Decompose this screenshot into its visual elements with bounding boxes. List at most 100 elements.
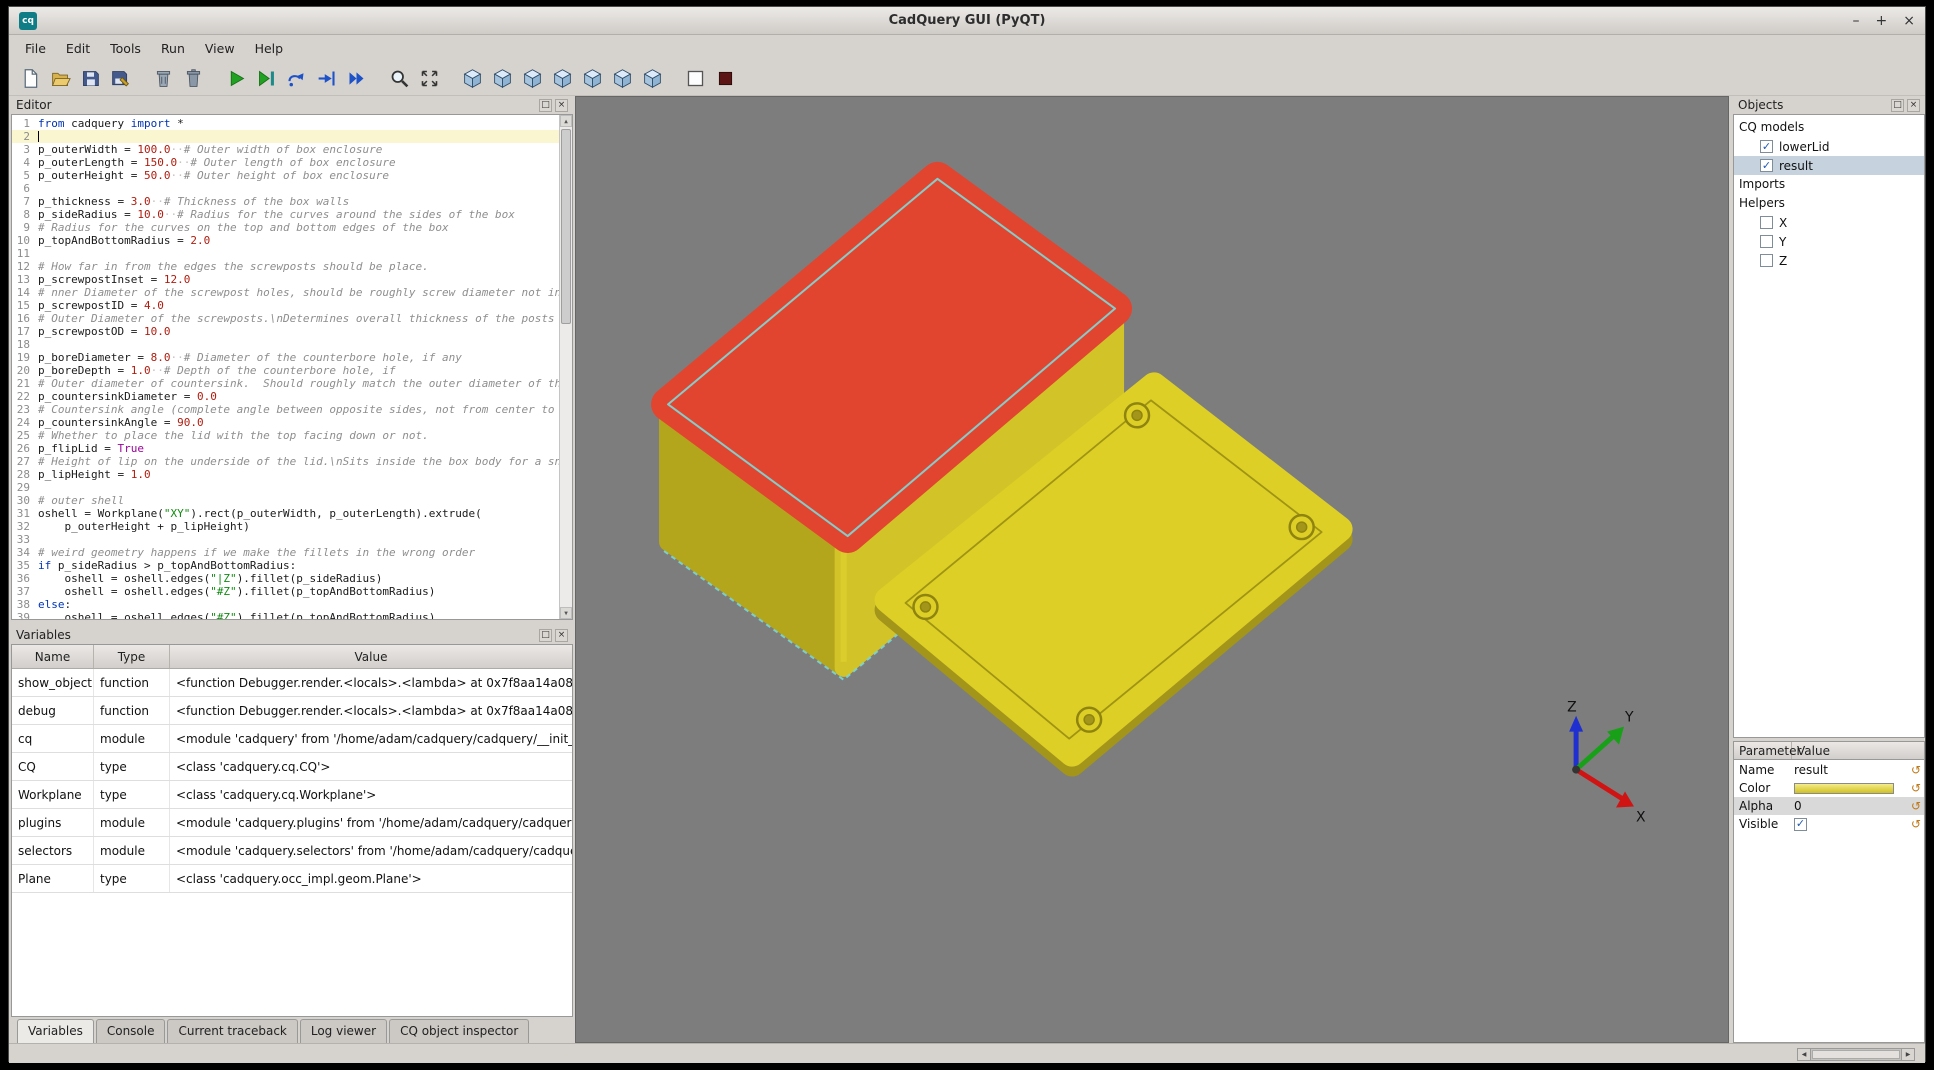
editor-float-button[interactable]: □ <box>539 99 552 112</box>
tab-variables[interactable]: Variables <box>17 1019 94 1043</box>
view-iso-button[interactable] <box>459 65 486 92</box>
parameter-column-header[interactable]: Parameter <box>1734 742 1792 759</box>
tab-cq-object-inspector[interactable]: CQ object inspector <box>389 1019 529 1043</box>
delete-button[interactable] <box>180 65 207 92</box>
code-line[interactable]: 39 oshell = oshell.edges("#Z").fillet(p_… <box>12 611 572 620</box>
mini-horizontal-scrollbar[interactable]: ◀ ▶ <box>1797 1048 1915 1061</box>
continue-button[interactable] <box>343 65 370 92</box>
reset-icon[interactable]: ↺ <box>1908 781 1924 795</box>
tree-item-x[interactable]: X <box>1734 213 1924 232</box>
code-line[interactable]: 32 p_outerHeight + p_lipHeight) <box>12 520 572 533</box>
table-row[interactable]: CQtype<class 'cadquery.cq.CQ'> <box>12 753 572 781</box>
table-row[interactable]: cqmodule<module 'cadquery' from '/home/a… <box>12 725 572 753</box>
table-row[interactable]: pluginsmodule<module 'cadquery.plugins' … <box>12 809 572 837</box>
code-line[interactable]: 38else: <box>12 598 572 611</box>
view-back-button[interactable] <box>519 65 546 92</box>
tree-item-y[interactable]: Y <box>1734 232 1924 251</box>
table-row[interactable]: show_objectfunction<function Debugger.re… <box>12 669 572 697</box>
variables-float-button[interactable]: □ <box>539 629 552 642</box>
view-right-button[interactable] <box>579 65 606 92</box>
objects-float-button[interactable]: □ <box>1891 99 1904 112</box>
view-shaded-button[interactable] <box>712 65 739 92</box>
code-line[interactable]: 27# Height of lip on the underside of th… <box>12 455 572 468</box>
code-line[interactable]: 24p_countersinkAngle = 90.0 <box>12 416 572 429</box>
param-row-name[interactable]: Nameresult↺ <box>1734 761 1924 779</box>
code-line[interactable]: 15p_screwpostID = 4.0 <box>12 299 572 312</box>
tree-item-z[interactable]: Z <box>1734 251 1924 270</box>
column-header-name[interactable]: Name <box>12 645 94 668</box>
code-line[interactable]: 9# Radius for the curves on the top and … <box>12 221 572 234</box>
code-line[interactable]: 3p_outerWidth = 100.0··# Outer width of … <box>12 143 572 156</box>
close-button[interactable]: × <box>1903 14 1915 28</box>
scroll-up-arrow[interactable]: ▲ <box>560 115 572 127</box>
zoom-button[interactable] <box>386 65 413 92</box>
viewport-3d[interactable]: Z Y X <box>575 96 1729 1043</box>
table-row[interactable]: Workplanetype<class 'cadquery.cq.Workpla… <box>12 781 572 809</box>
reset-icon[interactable]: ↺ <box>1908 799 1924 813</box>
tree-group-cq-models[interactable]: CQ models <box>1734 118 1924 137</box>
code-line[interactable]: 16# Outer Diameter of the screwposts.\nD… <box>12 312 572 325</box>
table-row[interactable]: Planetype<class 'cadquery.occ_impl.geom.… <box>12 865 572 893</box>
code-line[interactable]: 19p_boreDiameter = 8.0··# Diameter of th… <box>12 351 572 364</box>
tab-console[interactable]: Console <box>96 1019 166 1043</box>
render-button[interactable] <box>223 65 250 92</box>
scroll-left-arrow[interactable]: ◀ <box>1798 1049 1811 1060</box>
table-row[interactable]: selectorsmodule<module 'cadquery.selecto… <box>12 837 572 865</box>
code-line[interactable]: 23# Countersink angle (complete angle be… <box>12 403 572 416</box>
maximize-button[interactable]: + <box>1876 14 1888 28</box>
viewport-canvas[interactable]: Z Y X <box>576 97 1728 1042</box>
code-line[interactable]: 26p_flipLid = True <box>12 442 572 455</box>
param-row-color[interactable]: Color↺ <box>1734 779 1924 797</box>
code-line[interactable]: 4p_outerLength = 150.0··# Outer length o… <box>12 156 572 169</box>
step-into-button[interactable] <box>313 65 340 92</box>
code-line[interactable]: 25# Whether to place the lid with the to… <box>12 429 572 442</box>
menu-edit[interactable]: Edit <box>56 35 100 61</box>
param-row-visible[interactable]: Visible↺ <box>1734 815 1924 833</box>
table-row[interactable]: debugfunction<function Debugger.render.<… <box>12 697 572 725</box>
view-left-button[interactable] <box>549 65 576 92</box>
code-line[interactable]: 37 oshell = oshell.edges("#Z").fillet(p_… <box>12 585 572 598</box>
color-swatch[interactable] <box>1794 783 1894 794</box>
code-line[interactable]: 33 <box>12 533 572 546</box>
code-line[interactable]: 2 <box>12 130 572 143</box>
code-line[interactable]: 21# Outer diameter of countersink. Shoul… <box>12 377 572 390</box>
tree-group-helpers[interactable]: Helpers <box>1734 194 1924 213</box>
code-line[interactable]: 35if p_sideRadius > p_topAndBottomRadius… <box>12 559 572 572</box>
code-editor[interactable]: 1from cadquery import *23p_outerWidth = … <box>11 114 573 620</box>
save-as-button[interactable] <box>107 65 134 92</box>
code-line[interactable]: 7p_thickness = 3.0··# Thickness of the b… <box>12 195 572 208</box>
titlebar[interactable]: cq CadQuery GUI (PyQT) – + × <box>9 7 1925 35</box>
code-line[interactable]: 13p_screwpostInset = 12.0 <box>12 273 572 286</box>
debug-button[interactable] <box>253 65 280 92</box>
code-line[interactable]: 12# How far in from the edges the screwp… <box>12 260 572 273</box>
checkbox[interactable] <box>1794 818 1807 831</box>
code-line[interactable]: 14# nner Diameter of the screwpost holes… <box>12 286 572 299</box>
new-file-button[interactable] <box>17 65 44 92</box>
code-line[interactable]: 20p_boreDepth = 1.0··# Depth of the coun… <box>12 364 572 377</box>
code-line[interactable]: 1from cadquery import * <box>12 117 572 130</box>
view-wireframe-button[interactable] <box>682 65 709 92</box>
checkbox[interactable] <box>1760 140 1773 153</box>
open-file-button[interactable] <box>47 65 74 92</box>
scroll-right-arrow[interactable]: ▶ <box>1901 1049 1914 1060</box>
checkbox[interactable] <box>1760 254 1773 267</box>
checkbox[interactable] <box>1760 235 1773 248</box>
view-bottom-button[interactable] <box>639 65 666 92</box>
menu-run[interactable]: Run <box>151 35 195 61</box>
code-line[interactable]: 8p_sideRadius = 10.0··# Radius for the c… <box>12 208 572 221</box>
menu-view[interactable]: View <box>195 35 245 61</box>
variables-close-button[interactable]: × <box>555 629 568 642</box>
menu-help[interactable]: Help <box>245 35 294 61</box>
code-line[interactable]: 29 <box>12 481 572 494</box>
view-top-button[interactable] <box>609 65 636 92</box>
reset-icon[interactable]: ↺ <box>1908 817 1924 831</box>
tab-current-traceback[interactable]: Current traceback <box>167 1019 297 1043</box>
code-line[interactable]: 30# outer shell <box>12 494 572 507</box>
code-line[interactable]: 11 <box>12 247 572 260</box>
tree-group-imports[interactable]: Imports <box>1734 175 1924 194</box>
code-line[interactable]: 22p_countersinkDiameter = 0.0 <box>12 390 572 403</box>
param-row-alpha[interactable]: Alpha0↺ <box>1734 797 1924 815</box>
code-line[interactable]: 5p_outerHeight = 50.0··# Outer height of… <box>12 169 572 182</box>
tree-item-lowerlid[interactable]: lowerLid <box>1734 137 1924 156</box>
code-line[interactable]: 17p_screwpostOD = 10.0 <box>12 325 572 338</box>
